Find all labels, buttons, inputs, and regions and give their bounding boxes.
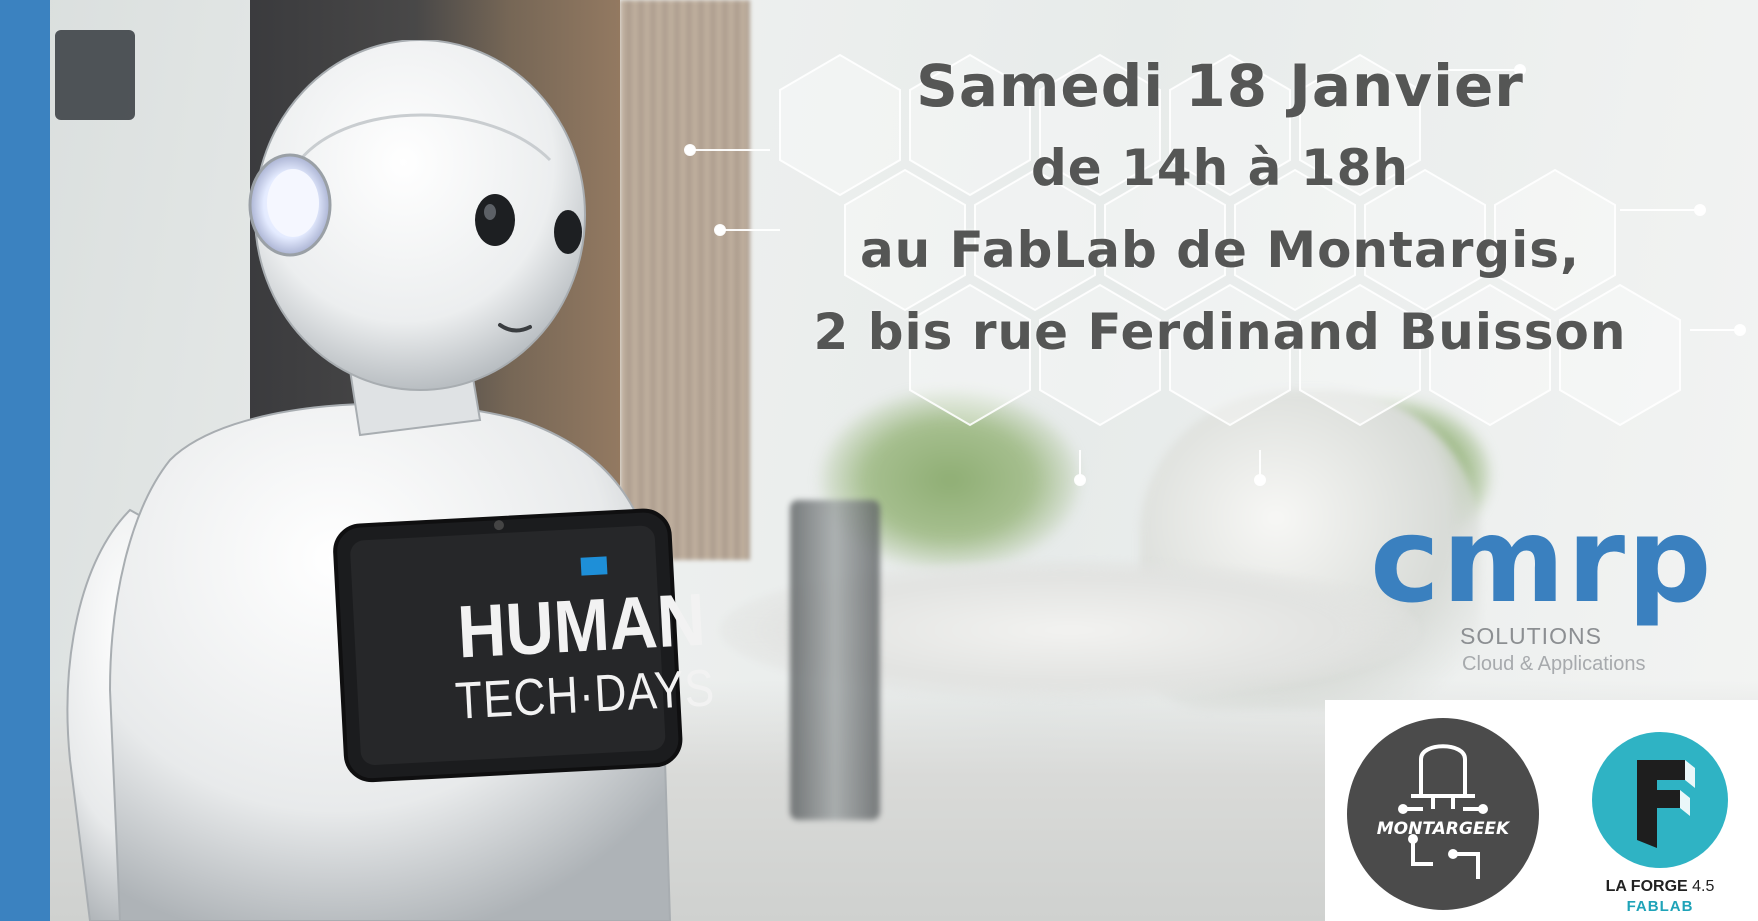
cmrp-solutions: SOLUTIONS [1460, 623, 1602, 649]
event-time: de 14h à 18h [1030, 139, 1409, 197]
tablet-logo-accent [580, 556, 608, 576]
left-accent-bar [0, 0, 50, 921]
laforge-logo: LA FORGE 4.5 FABLAB [1585, 730, 1735, 920]
event-flyer: HUMAN TECH·DAYS Samedi 18 Janvier de 14h… [0, 0, 1758, 921]
montargeek-name: MONTARGEEK [1377, 819, 1511, 839]
montargeek-logo: MONTARGEEK [1347, 718, 1539, 910]
sponsor-panel: MONTARGEEK LA FORGE 4.5 FABLAB [1325, 700, 1758, 921]
event-date: Samedi 18 Janvier [916, 52, 1524, 120]
cmrp-tagline: Cloud & Applications [1462, 653, 1646, 675]
laforge-name: LA FORGE 4.5 [1605, 878, 1715, 895]
cmrp-logo: cmrp SOLUTIONS Cloud & Applications [1370, 491, 1720, 680]
event-address: 2 bis rue Ferdinand Buisson [813, 303, 1627, 361]
cmrp-wordmark: cmrp [1370, 491, 1714, 629]
event-venue: au FabLab de Montargis, [859, 221, 1581, 279]
event-details: Samedi 18 Janvier de 14h à 18h au FabLab… [690, 45, 1750, 373]
laforge-emblem [1592, 732, 1728, 868]
tablet-brand: HUMAN TECH·DAYS [415, 577, 752, 732]
tablet-title: HUMAN [455, 577, 708, 674]
laforge-fablab: FABLAB [1626, 898, 1694, 915]
